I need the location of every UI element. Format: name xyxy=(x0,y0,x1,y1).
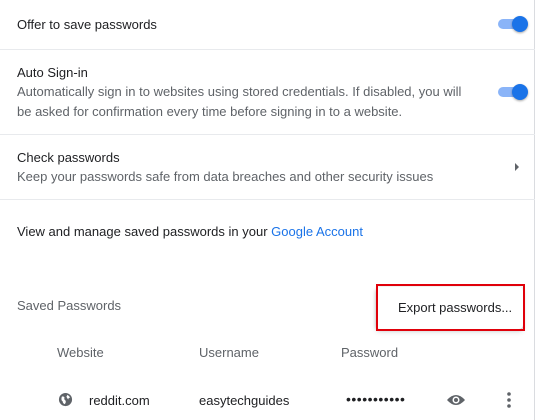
offer-to-save-toggle[interactable] xyxy=(498,16,528,32)
export-passwords-menu-item[interactable]: Export passwords... xyxy=(398,300,512,315)
toggle-knob xyxy=(512,16,528,32)
column-header-username: Username xyxy=(199,345,259,360)
auto-signin-description: Automatically sign in to websites using … xyxy=(17,84,462,119)
globe-icon xyxy=(58,392,73,407)
google-account-link[interactable]: Google Account xyxy=(271,224,363,239)
auto-signin-toggle[interactable] xyxy=(498,84,528,100)
toggle-knob xyxy=(512,84,528,100)
settings-panel: Offer to save passwords Auto Sign-in Aut… xyxy=(0,0,535,420)
column-header-password: Password xyxy=(341,345,399,360)
offer-to-save-row[interactable]: Offer to save passwords xyxy=(0,0,535,49)
offer-to-save-title: Offer to save passwords xyxy=(17,17,157,32)
website-cell[interactable]: reddit.com xyxy=(89,393,150,408)
chevron-right-icon[interactable] xyxy=(512,162,522,172)
saved-passwords-heading: Saved Passwords xyxy=(17,298,122,313)
more-actions-icon[interactable] xyxy=(506,391,512,409)
check-passwords-title: Check passwords xyxy=(17,150,120,165)
manage-passwords-prefix: View and manage saved passwords in your xyxy=(17,224,272,239)
saved-passwords-menu: Export passwords... xyxy=(376,287,523,329)
check-passwords-description: Keep your passwords safe from data breac… xyxy=(17,169,434,184)
column-header-website: Website xyxy=(57,345,104,360)
table-row: reddit.com easytechguides ••••••••••• xyxy=(0,378,535,420)
divider xyxy=(0,199,535,200)
username-cell: easytechguides xyxy=(199,393,290,408)
auto-signin-row[interactable]: Auto Sign-in Automatically sign in to we… xyxy=(0,50,535,134)
auto-signin-title: Auto Sign-in xyxy=(17,65,88,80)
eye-icon[interactable] xyxy=(446,393,466,407)
manage-passwords-text: View and manage saved passwords in your … xyxy=(17,224,363,239)
password-cell: ••••••••••• xyxy=(346,391,406,407)
check-passwords-row[interactable]: Check passwords Keep your passwords safe… xyxy=(0,135,535,199)
